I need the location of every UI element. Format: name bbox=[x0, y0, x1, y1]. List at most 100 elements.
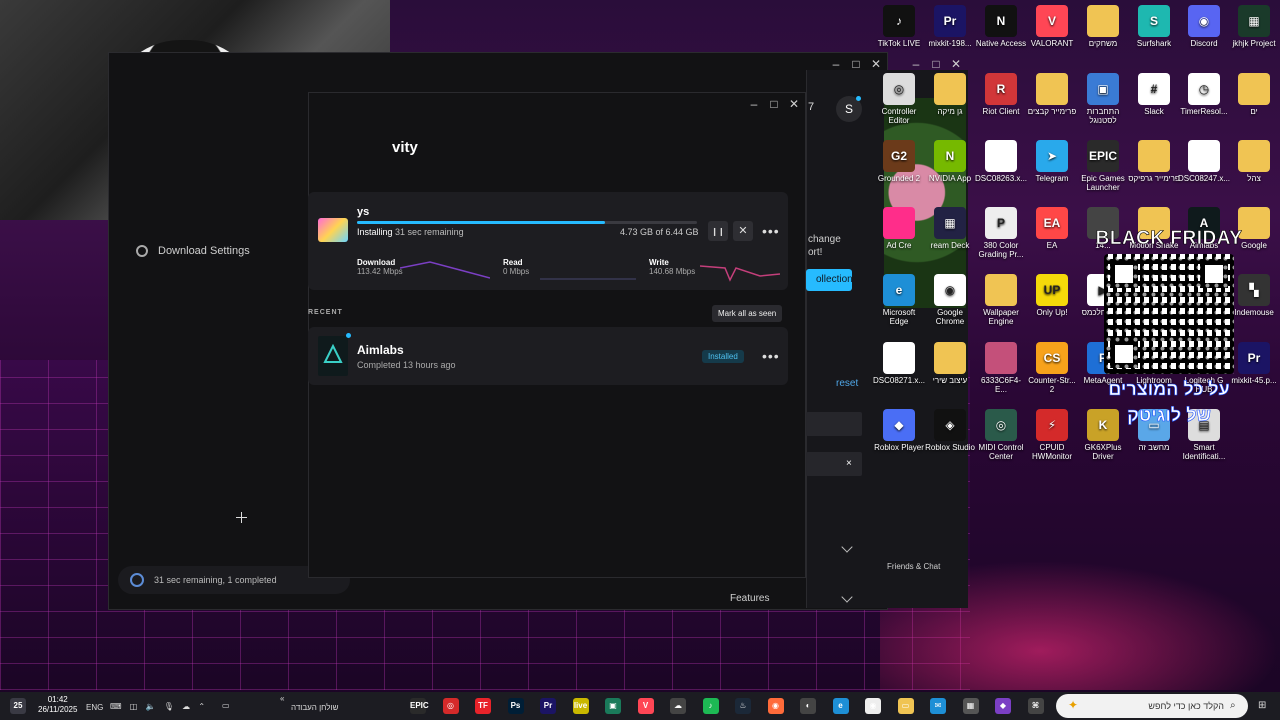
desktop-icon[interactable]: DSC08247.x... bbox=[1178, 140, 1230, 183]
desktop-icon[interactable]: CS Counter-Str... 2 bbox=[1026, 342, 1078, 394]
desktop-icon-label: התחברות לסטנוגל bbox=[1086, 107, 1120, 125]
desktop-icon[interactable]: גן מיקה bbox=[924, 73, 976, 116]
taskbar-app-icon[interactable]: ⌘ bbox=[1027, 698, 1044, 714]
dl-minimize-button[interactable]: – bbox=[744, 96, 764, 112]
desktop-icon[interactable]: ♪ TikTok LIVE bbox=[873, 5, 925, 48]
clock[interactable]: 01:42 26/11/2025 bbox=[38, 695, 77, 715]
taskbar-app-icon[interactable]: TF bbox=[475, 698, 491, 714]
taskbar-app-icon[interactable]: live bbox=[572, 698, 589, 714]
taskbar-app-icon[interactable]: ☁ bbox=[670, 698, 686, 714]
desktop-icon[interactable]: EA EA bbox=[1026, 207, 1078, 250]
desktop-icon-label: NVIDIA App bbox=[928, 174, 972, 183]
desktop-icon[interactable]: ▦ jkhjk Project bbox=[1228, 5, 1280, 48]
desktop-icon[interactable]: ▣ התחברות לסטנוגל bbox=[1077, 73, 1129, 125]
taskbar-app-icon[interactable]: Pr bbox=[540, 698, 556, 714]
desktop-icon[interactable]: EPIC Epic Games Launcher bbox=[1077, 140, 1129, 192]
desktop-icon[interactable]: ◎ Controller Editor bbox=[873, 73, 925, 125]
features-label[interactable]: Features bbox=[730, 593, 769, 604]
desktop-icon[interactable]: G2 Grounded 2 bbox=[873, 140, 925, 183]
reset-link[interactable]: reset bbox=[836, 378, 858, 389]
taskbar-app-icon[interactable]: ▦ bbox=[962, 698, 979, 714]
desktop-icon[interactable]: N Native Access bbox=[975, 5, 1027, 48]
desktop-icon[interactable]: Wallpaper Engine bbox=[975, 274, 1027, 326]
desktop-icon[interactable]: UP Only Up! bbox=[1026, 274, 1078, 317]
desktop-icon[interactable]: S Surfshark bbox=[1128, 5, 1180, 48]
taskbar-app-icon[interactable]: ◎ bbox=[442, 698, 459, 714]
desktop-icon[interactable]: ➤ Telegram bbox=[1026, 140, 1078, 183]
promo-line-1: על כל המוצרים bbox=[1108, 379, 1230, 400]
taskbar-app-icon[interactable]: ♪ bbox=[702, 698, 719, 714]
notification-badge[interactable]: 25 bbox=[10, 698, 26, 714]
desktop-icon-label: MIDI Control Center bbox=[978, 443, 1024, 461]
taskbar-app-icon[interactable]: V bbox=[637, 698, 654, 714]
maximize-button-2[interactable]: □ bbox=[926, 56, 946, 72]
desktop-icon[interactable]: ים bbox=[1228, 73, 1280, 116]
close-button-2[interactable]: ✕ bbox=[946, 56, 966, 72]
dl-close-button[interactable]: ✕ bbox=[784, 96, 804, 112]
clear-icon[interactable]: × bbox=[846, 458, 852, 469]
desktop-icon[interactable]: e Microsoft Edge bbox=[873, 274, 925, 326]
taskbar-app-icon[interactable]: ◉ bbox=[865, 698, 881, 714]
taskbar-app-icon[interactable]: ▭ bbox=[897, 698, 914, 714]
desktop-icon[interactable]: ◎ MIDI Control Center bbox=[975, 409, 1027, 461]
panel-field-2[interactable] bbox=[806, 452, 862, 476]
desktop-icon[interactable]: משחקים bbox=[1077, 5, 1129, 48]
desktop-icon[interactable]: Ad Cre bbox=[873, 207, 925, 250]
desktop-icon[interactable]: V VALORANT bbox=[1026, 5, 1078, 48]
desktop-icon[interactable]: N NVIDIA App bbox=[924, 140, 976, 183]
taskbar-app-icon[interactable]: ◆ bbox=[995, 698, 1011, 714]
desktop-icon[interactable]: DSC08271.x... bbox=[873, 342, 925, 385]
recent-game-title: Aimlabs bbox=[357, 343, 404, 357]
desktop-icon[interactable]: P 380 Color Grading Pr... bbox=[975, 207, 1027, 259]
desktop-icon[interactable]: עיצוב שירי bbox=[924, 342, 976, 385]
language-indicator[interactable]: ENG bbox=[86, 703, 103, 712]
desktop-icon[interactable]: Pr mixkit-198... bbox=[924, 5, 976, 48]
desktop-toolbar-label[interactable]: שולחן העבודה bbox=[291, 703, 338, 712]
taskbar-app-icon[interactable]: e bbox=[832, 698, 849, 714]
desktop-icon[interactable]: צהל bbox=[1228, 140, 1280, 183]
desktop-icon[interactable]: ◉ Google Chrome bbox=[924, 274, 976, 326]
app-icon bbox=[1138, 140, 1170, 172]
search-input[interactable]: הקלד כאן כדי לחפש bbox=[1056, 694, 1248, 718]
mark-all-seen-button[interactable]: Mark all as seen bbox=[712, 305, 783, 322]
desktop-icon[interactable]: R Riot Client bbox=[975, 73, 1027, 116]
chevron-left-icon[interactable]: « bbox=[280, 694, 284, 703]
desktop-icon-label: jkhjk Project bbox=[1232, 39, 1276, 48]
sidebar-item-download-settings[interactable]: Download Settings bbox=[136, 245, 250, 257]
minimize-button-2[interactable]: – bbox=[906, 56, 926, 72]
desktop-icon[interactable]: ⚡ CPUID HWMonitor bbox=[1026, 409, 1078, 461]
start-button[interactable]: ⊞ bbox=[1258, 700, 1266, 711]
add-to-collection-button[interactable]: ollection bbox=[806, 269, 853, 291]
panel-field-1[interactable] bbox=[806, 412, 862, 436]
desktop-icon[interactable]: ◉ Discord bbox=[1178, 5, 1230, 48]
search-icon[interactable]: ⌕ bbox=[1230, 700, 1236, 711]
notification-count[interactable]: 7 bbox=[808, 101, 814, 113]
taskbar-app-icon[interactable]: Ps bbox=[507, 698, 524, 714]
taskbar-app-icon[interactable]: EPIC bbox=[410, 698, 429, 714]
desktop-icon[interactable]: ◈ Roblox Studio bbox=[924, 409, 976, 452]
desktop-icon-label: DSC08263.x... bbox=[975, 174, 1028, 183]
desktop-icon[interactable]: פרימייר גרפיקס bbox=[1128, 140, 1180, 183]
dl-maximize-button[interactable]: □ bbox=[764, 96, 784, 112]
desktop-icon-label: Wallpaper Engine bbox=[983, 308, 1019, 326]
desktop-icon[interactable]: ◆ Roblox Player bbox=[873, 409, 925, 452]
show-desktop-icon[interactable]: ▭ bbox=[222, 701, 230, 710]
taskbar-app-icon[interactable]: ♨ bbox=[735, 698, 751, 714]
taskbar-app-icon[interactable]: ◐ bbox=[800, 698, 816, 714]
more-options-icon[interactable]: ••• bbox=[762, 223, 780, 239]
desktop-icon[interactable]: ◷ TimerResol... bbox=[1178, 73, 1230, 116]
desktop-icon[interactable]: פרימייר קבצים bbox=[1026, 73, 1078, 116]
friends-chat-label[interactable]: Friends & Chat bbox=[887, 562, 940, 571]
taskbar-app-icon[interactable]: ✉ bbox=[930, 698, 946, 714]
desktop-icon[interactable]: DSC08263.x... bbox=[975, 140, 1027, 183]
cancel-button[interactable]: ✕ bbox=[733, 221, 753, 241]
recent-more-options-icon[interactable]: ••• bbox=[762, 348, 780, 364]
desktop-icon[interactable]: ▦ ream Deck bbox=[924, 207, 976, 250]
taskbar-app-icon[interactable]: ▣ bbox=[605, 698, 621, 714]
taskbar-app-icon[interactable]: ◉ bbox=[767, 698, 784, 714]
tray-icons[interactable]: ⌨ ◫ 🔈 🎙 ☁ ⌃ bbox=[110, 702, 208, 711]
desktop-icon[interactable]: 6333C6F4-E... bbox=[975, 342, 1027, 394]
pause-button[interactable]: ❙❙ bbox=[708, 221, 728, 241]
desktop-icon[interactable]: # Slack bbox=[1128, 73, 1180, 116]
desktop-icon-label: מחשב זה bbox=[1138, 443, 1170, 452]
